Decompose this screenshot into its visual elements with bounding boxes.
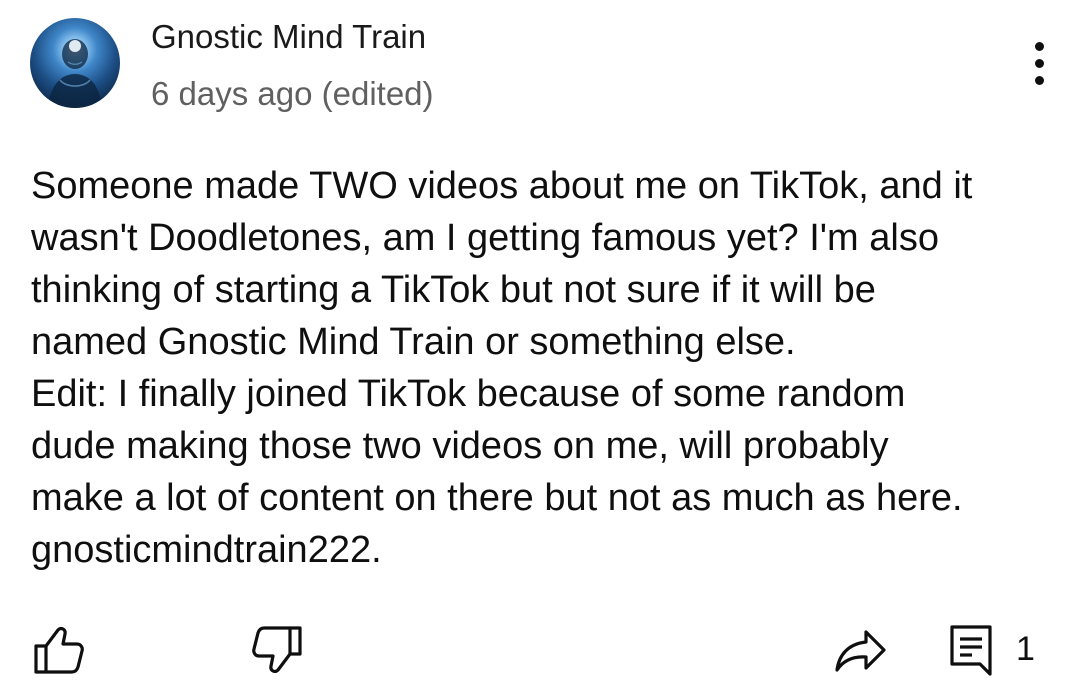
- comment-line: make a lot of content on there but not a…: [31, 477, 963, 519]
- avatar[interactable]: [30, 18, 120, 108]
- comment-line: gnosticmindtrain222.: [31, 529, 382, 571]
- comment-author[interactable]: Gnostic Mind Train: [151, 16, 426, 58]
- comment-line: wasn't Doodletones, am I getting famous …: [31, 217, 939, 259]
- share-icon: [835, 630, 886, 672]
- thumbs-up-icon: [34, 627, 84, 674]
- like-button[interactable]: [30, 622, 86, 678]
- avatar-image: [48, 39, 102, 108]
- reply-button[interactable]: [946, 622, 1002, 678]
- comment-line: thinking of starting a TikTok but not su…: [31, 269, 876, 311]
- comment-body: Someone made TWO videos about me on TikT…: [31, 160, 1061, 576]
- comment-line: dude making those two videos on me, will…: [31, 425, 889, 467]
- comment-timestamp: 6 days ago (edited): [151, 75, 434, 112]
- comment-line: named Gnostic Mind Train or something el…: [31, 321, 796, 363]
- dislike-button[interactable]: [250, 622, 306, 678]
- comment-line: Someone made TWO videos about me on TikT…: [31, 165, 973, 207]
- comment-line: Edit: I finally joined TikTok because of…: [31, 373, 906, 415]
- reply-count: 1: [1016, 630, 1035, 668]
- more-vert-icon[interactable]: [1022, 40, 1058, 88]
- comment-card: Gnostic Mind Train 6 days ago (edited) S…: [0, 0, 1080, 695]
- share-button[interactable]: [832, 622, 888, 678]
- thumbs-down-icon: [252, 626, 302, 673]
- comment-icon: [950, 625, 992, 676]
